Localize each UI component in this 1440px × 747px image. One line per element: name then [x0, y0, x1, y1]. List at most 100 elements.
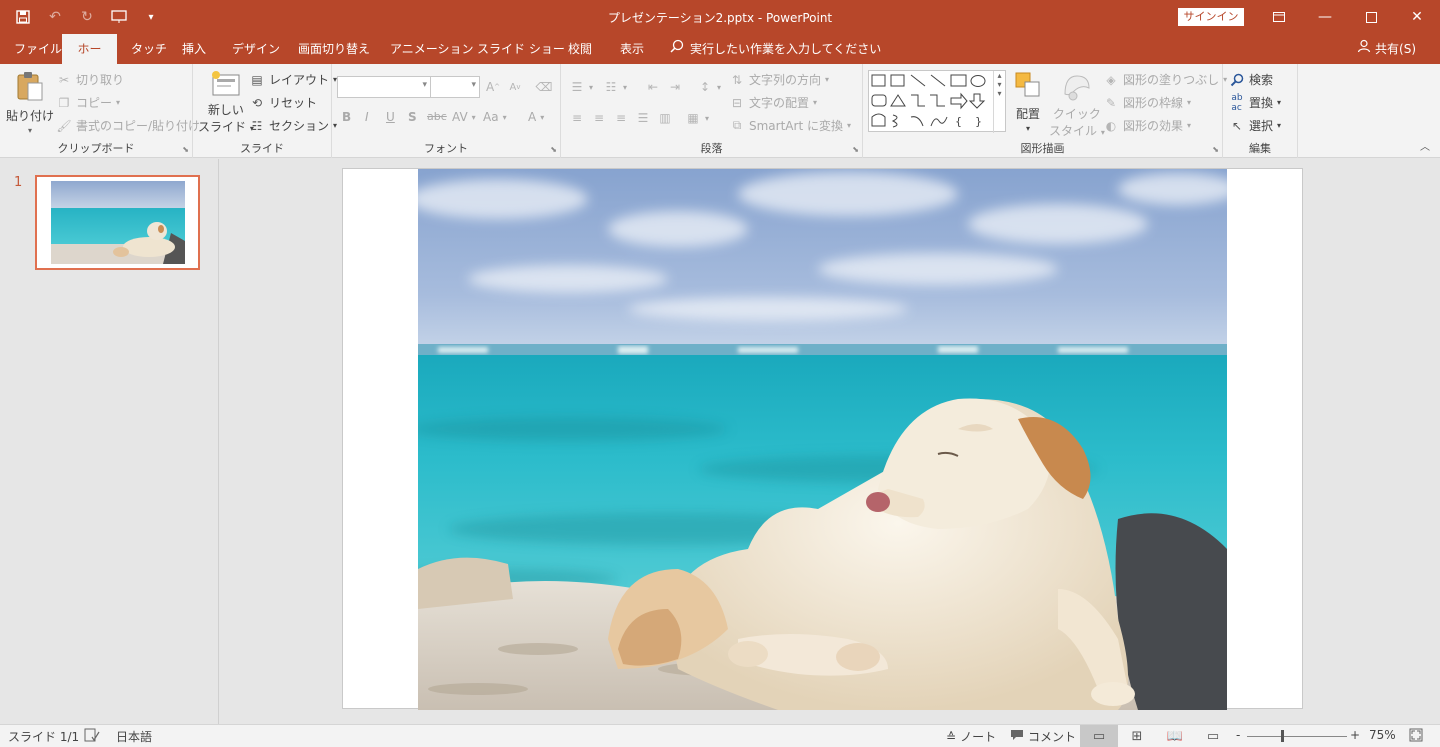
font-color-button[interactable]: A ▾: [528, 110, 544, 124]
normal-view-button[interactable]: ▭: [1080, 725, 1118, 747]
zoom-slider[interactable]: [1247, 736, 1347, 737]
find-icon: [1229, 72, 1245, 88]
slide-canvas[interactable]: [342, 168, 1303, 710]
minimize-icon[interactable]: —: [1302, 0, 1348, 34]
present-from-beginning-icon[interactable]: [110, 8, 128, 26]
align-center-button[interactable]: ≡: [591, 110, 607, 126]
decrease-indent-button[interactable]: ⇤: [645, 79, 661, 95]
shapes-gallery[interactable]: {} ▴ ▾ ▾: [868, 70, 1006, 133]
slide-sorter-button[interactable]: ⊞: [1118, 725, 1156, 747]
collapse-ribbon-icon[interactable]: ︿: [1420, 138, 1430, 153]
new-slide-button[interactable]: 新しい スライド ▾: [198, 70, 254, 135]
shrink-font-button[interactable]: Av: [507, 79, 523, 95]
zoom-in-button[interactable]: +: [1350, 728, 1360, 742]
increase-indent-button[interactable]: ⇥: [667, 79, 683, 95]
tab-touch[interactable]: タッチ: [121, 34, 177, 64]
format-painter-button[interactable]: 🖌 書式のコピー/貼り付け: [56, 117, 200, 134]
font-name-combo[interactable]: ▾: [337, 76, 431, 98]
quick-styles-label-2: スタイル ▾: [1049, 124, 1105, 138]
strikethrough-button[interactable]: abc: [427, 110, 447, 123]
quick-styles-button[interactable]: クイック スタイル ▾: [1049, 70, 1105, 139]
cut-button[interactable]: ✂ 切り取り: [56, 71, 124, 88]
shape-outline-label: 図形の枠線: [1123, 96, 1184, 110]
text-direction-label: 文字列の方向: [749, 73, 822, 87]
numbering-icon: ☷: [605, 80, 617, 94]
text-direction-button[interactable]: ⇅ 文字列の方向 ▾: [729, 71, 829, 88]
undo-icon[interactable]: ↶: [46, 8, 64, 26]
reset-button[interactable]: ⟲ リセット: [249, 94, 317, 111]
new-slide-label-1: 新しい: [207, 103, 244, 117]
shape-outline-button[interactable]: ✎ 図形の枠線 ▾: [1103, 94, 1191, 111]
redo-icon[interactable]: ↻: [78, 8, 96, 26]
grow-font-button[interactable]: A ^: [485, 79, 501, 95]
tab-home[interactable]: ホーム: [62, 34, 117, 86]
change-case-button[interactable]: Aa ▾: [483, 110, 507, 124]
shape-effects-dropdown-icon: ▾: [1187, 121, 1192, 130]
clear-formatting-button[interactable]: ⌫: [536, 79, 553, 95]
fit-slide-icon[interactable]: [1409, 728, 1423, 742]
shapes-gallery-scroll[interactable]: ▴ ▾ ▾: [993, 71, 1005, 133]
slide-thumbnail[interactable]: [35, 175, 200, 270]
smartart-label: SmartArt に変換: [749, 119, 843, 133]
comments-button[interactable]: コメント: [1010, 728, 1076, 745]
clipboard-launcher-icon[interactable]: ⬊: [182, 145, 189, 154]
paragraph-launcher-icon[interactable]: ⬊: [852, 145, 859, 154]
smartart-button[interactable]: ⧉ SmartArt に変換 ▾: [729, 117, 851, 134]
font-size-combo[interactable]: ▾: [430, 76, 480, 98]
shapes-gallery-icons: {}: [871, 74, 986, 128]
shape-effects-button[interactable]: ◐ 図形の効果 ▾: [1103, 117, 1191, 134]
paste-button[interactable]: 貼り付け ▾: [6, 70, 54, 135]
ribbon-display-options-icon[interactable]: [1256, 0, 1302, 34]
text-shadow-button[interactable]: S: [408, 110, 417, 124]
font-launcher-icon[interactable]: ⬊: [550, 145, 557, 154]
drawing-launcher-icon[interactable]: ⬊: [1212, 145, 1219, 154]
save-icon[interactable]: [14, 8, 32, 26]
line-spacing-button[interactable]: ↕ ▾: [697, 79, 721, 95]
zoom-level[interactable]: 75%: [1369, 728, 1396, 742]
copy-button[interactable]: ❐ コピー ▾: [56, 94, 120, 111]
reset-label: リセット: [269, 96, 318, 110]
spacing-dropdown-icon: ▾: [471, 112, 476, 122]
distributed-button[interactable]: ▥: [657, 110, 673, 126]
dog-beach-photo-graphic: [418, 169, 1227, 710]
bold-button[interactable]: B: [342, 110, 351, 124]
slide-show-button[interactable]: ▭: [1194, 725, 1232, 747]
notes-button[interactable]: ≙ ノート: [946, 728, 996, 745]
justify-button[interactable]: ☰: [635, 110, 651, 126]
section-button[interactable]: ☷ セクション ▾: [249, 117, 337, 134]
spell-check-icon[interactable]: [84, 728, 100, 742]
arrange-button[interactable]: 配置 ▾: [1013, 70, 1043, 133]
dog-beach-photo[interactable]: [418, 169, 1227, 710]
replace-button[interactable]: ab ac 置換 ▾: [1229, 93, 1281, 113]
tab-transitions[interactable]: 画面切り替え: [288, 34, 380, 64]
tab-insert[interactable]: 挿入: [172, 34, 216, 64]
columns-button[interactable]: ▦ ▾: [685, 110, 709, 126]
select-button[interactable]: ↖ 選択 ▾: [1229, 117, 1281, 134]
bullets-button[interactable]: ☰ ▾: [569, 79, 593, 95]
zoom-out-button[interactable]: -: [1236, 728, 1240, 742]
zoom-slider-thumb[interactable]: [1281, 730, 1284, 742]
align-left-button[interactable]: ≡: [569, 110, 585, 126]
italic-button[interactable]: I: [365, 110, 369, 124]
tell-me-search[interactable]: 実行したい作業を入力してください: [670, 34, 881, 64]
tab-design[interactable]: デザイン: [222, 34, 290, 64]
shape-fill-label: 図形の塗りつぶし: [1123, 73, 1220, 87]
numbering-button[interactable]: ☷ ▾: [603, 79, 627, 95]
shape-fill-button[interactable]: ◈ 図形の塗りつぶし ▾: [1103, 71, 1227, 88]
character-spacing-button[interactable]: AV ▾: [452, 110, 476, 124]
close-icon[interactable]: ✕: [1394, 0, 1440, 34]
customize-qat-icon[interactable]: ▾: [142, 8, 160, 26]
align-text-button[interactable]: ⊟ 文字の配置 ▾: [729, 94, 817, 111]
layout-button[interactable]: ▤ レイアウト ▾: [249, 71, 337, 88]
underline-button[interactable]: U: [386, 110, 395, 124]
tab-review[interactable]: 校閲: [558, 34, 602, 64]
language-indicator[interactable]: 日本語: [116, 728, 152, 745]
paragraph-group-label: 段落: [700, 142, 723, 155]
align-right-button[interactable]: ≡: [613, 110, 629, 126]
reading-view-button[interactable]: 📖: [1156, 725, 1194, 747]
maximize-icon[interactable]: [1348, 0, 1394, 34]
find-button[interactable]: 検索: [1229, 71, 1273, 88]
share-button[interactable]: 共有(S): [1357, 34, 1416, 64]
tab-view[interactable]: 表示: [610, 34, 654, 64]
signin-button[interactable]: サインイン: [1178, 8, 1244, 26]
